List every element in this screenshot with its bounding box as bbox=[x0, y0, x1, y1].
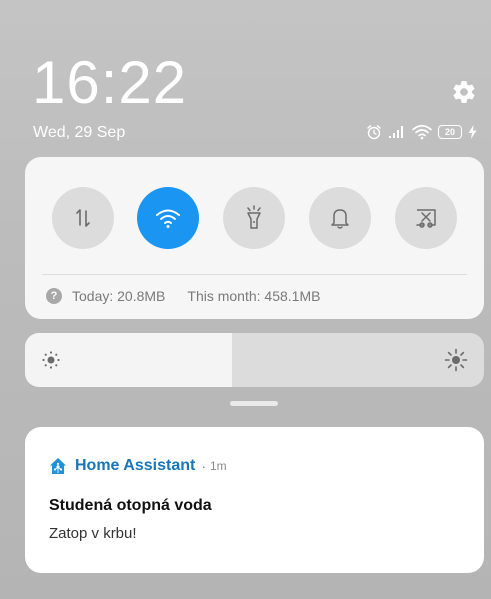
clock-time[interactable]: 16:22 bbox=[32, 48, 187, 118]
alarm-icon bbox=[367, 125, 381, 140]
toggle-screenshot[interactable] bbox=[395, 187, 457, 249]
divider bbox=[42, 274, 467, 275]
toggle-sound[interactable] bbox=[309, 187, 371, 249]
battery-level: 20 bbox=[444, 127, 455, 137]
flashlight-icon bbox=[247, 205, 261, 229]
notification-body: Zatop v krbu! bbox=[49, 525, 137, 542]
date-label: Wed, 29 Sep bbox=[33, 124, 126, 141]
settings-button[interactable] bbox=[448, 76, 480, 108]
notification-app-name: Home Assistant bbox=[75, 457, 196, 474]
gear-icon bbox=[453, 81, 475, 103]
charging-icon bbox=[468, 125, 477, 139]
data-transfer-icon bbox=[76, 209, 90, 227]
toggle-flashlight[interactable] bbox=[223, 187, 285, 249]
drag-handle[interactable] bbox=[230, 401, 278, 406]
data-usage-today: Today: 20.8MB bbox=[72, 288, 166, 304]
brightness-high-icon bbox=[444, 348, 468, 372]
notification-time: 1m bbox=[210, 459, 227, 473]
quick-settings-panel: ? Today: 20.8MB This month: 458.1MB bbox=[25, 157, 484, 319]
data-usage-row[interactable]: ? Today: 20.8MB This month: 458.1MB bbox=[46, 288, 320, 304]
wifi-icon bbox=[156, 209, 180, 228]
notification-separator: · bbox=[201, 458, 206, 474]
help-icon: ? bbox=[46, 288, 62, 304]
toggle-mobile-data[interactable] bbox=[52, 187, 114, 249]
brightness-low-icon bbox=[42, 351, 60, 369]
status-icons: 20 bbox=[366, 122, 477, 142]
wifi-status-icon bbox=[412, 124, 432, 140]
notification-header: Home Assistant · 1m bbox=[49, 457, 227, 475]
battery-icon: 20 bbox=[438, 125, 462, 139]
toggle-wifi[interactable] bbox=[137, 187, 199, 249]
home-assistant-icon bbox=[50, 458, 66, 474]
screenshot-icon bbox=[416, 209, 436, 228]
brightness-slider[interactable] bbox=[25, 333, 484, 387]
signal-icon bbox=[389, 126, 403, 138]
notification-title: Studená otopná voda bbox=[49, 497, 212, 514]
notification-card[interactable]: Home Assistant · 1m Studená otopná voda … bbox=[25, 427, 484, 573]
bell-icon bbox=[331, 209, 349, 229]
data-usage-month: This month: 458.1MB bbox=[187, 288, 321, 304]
